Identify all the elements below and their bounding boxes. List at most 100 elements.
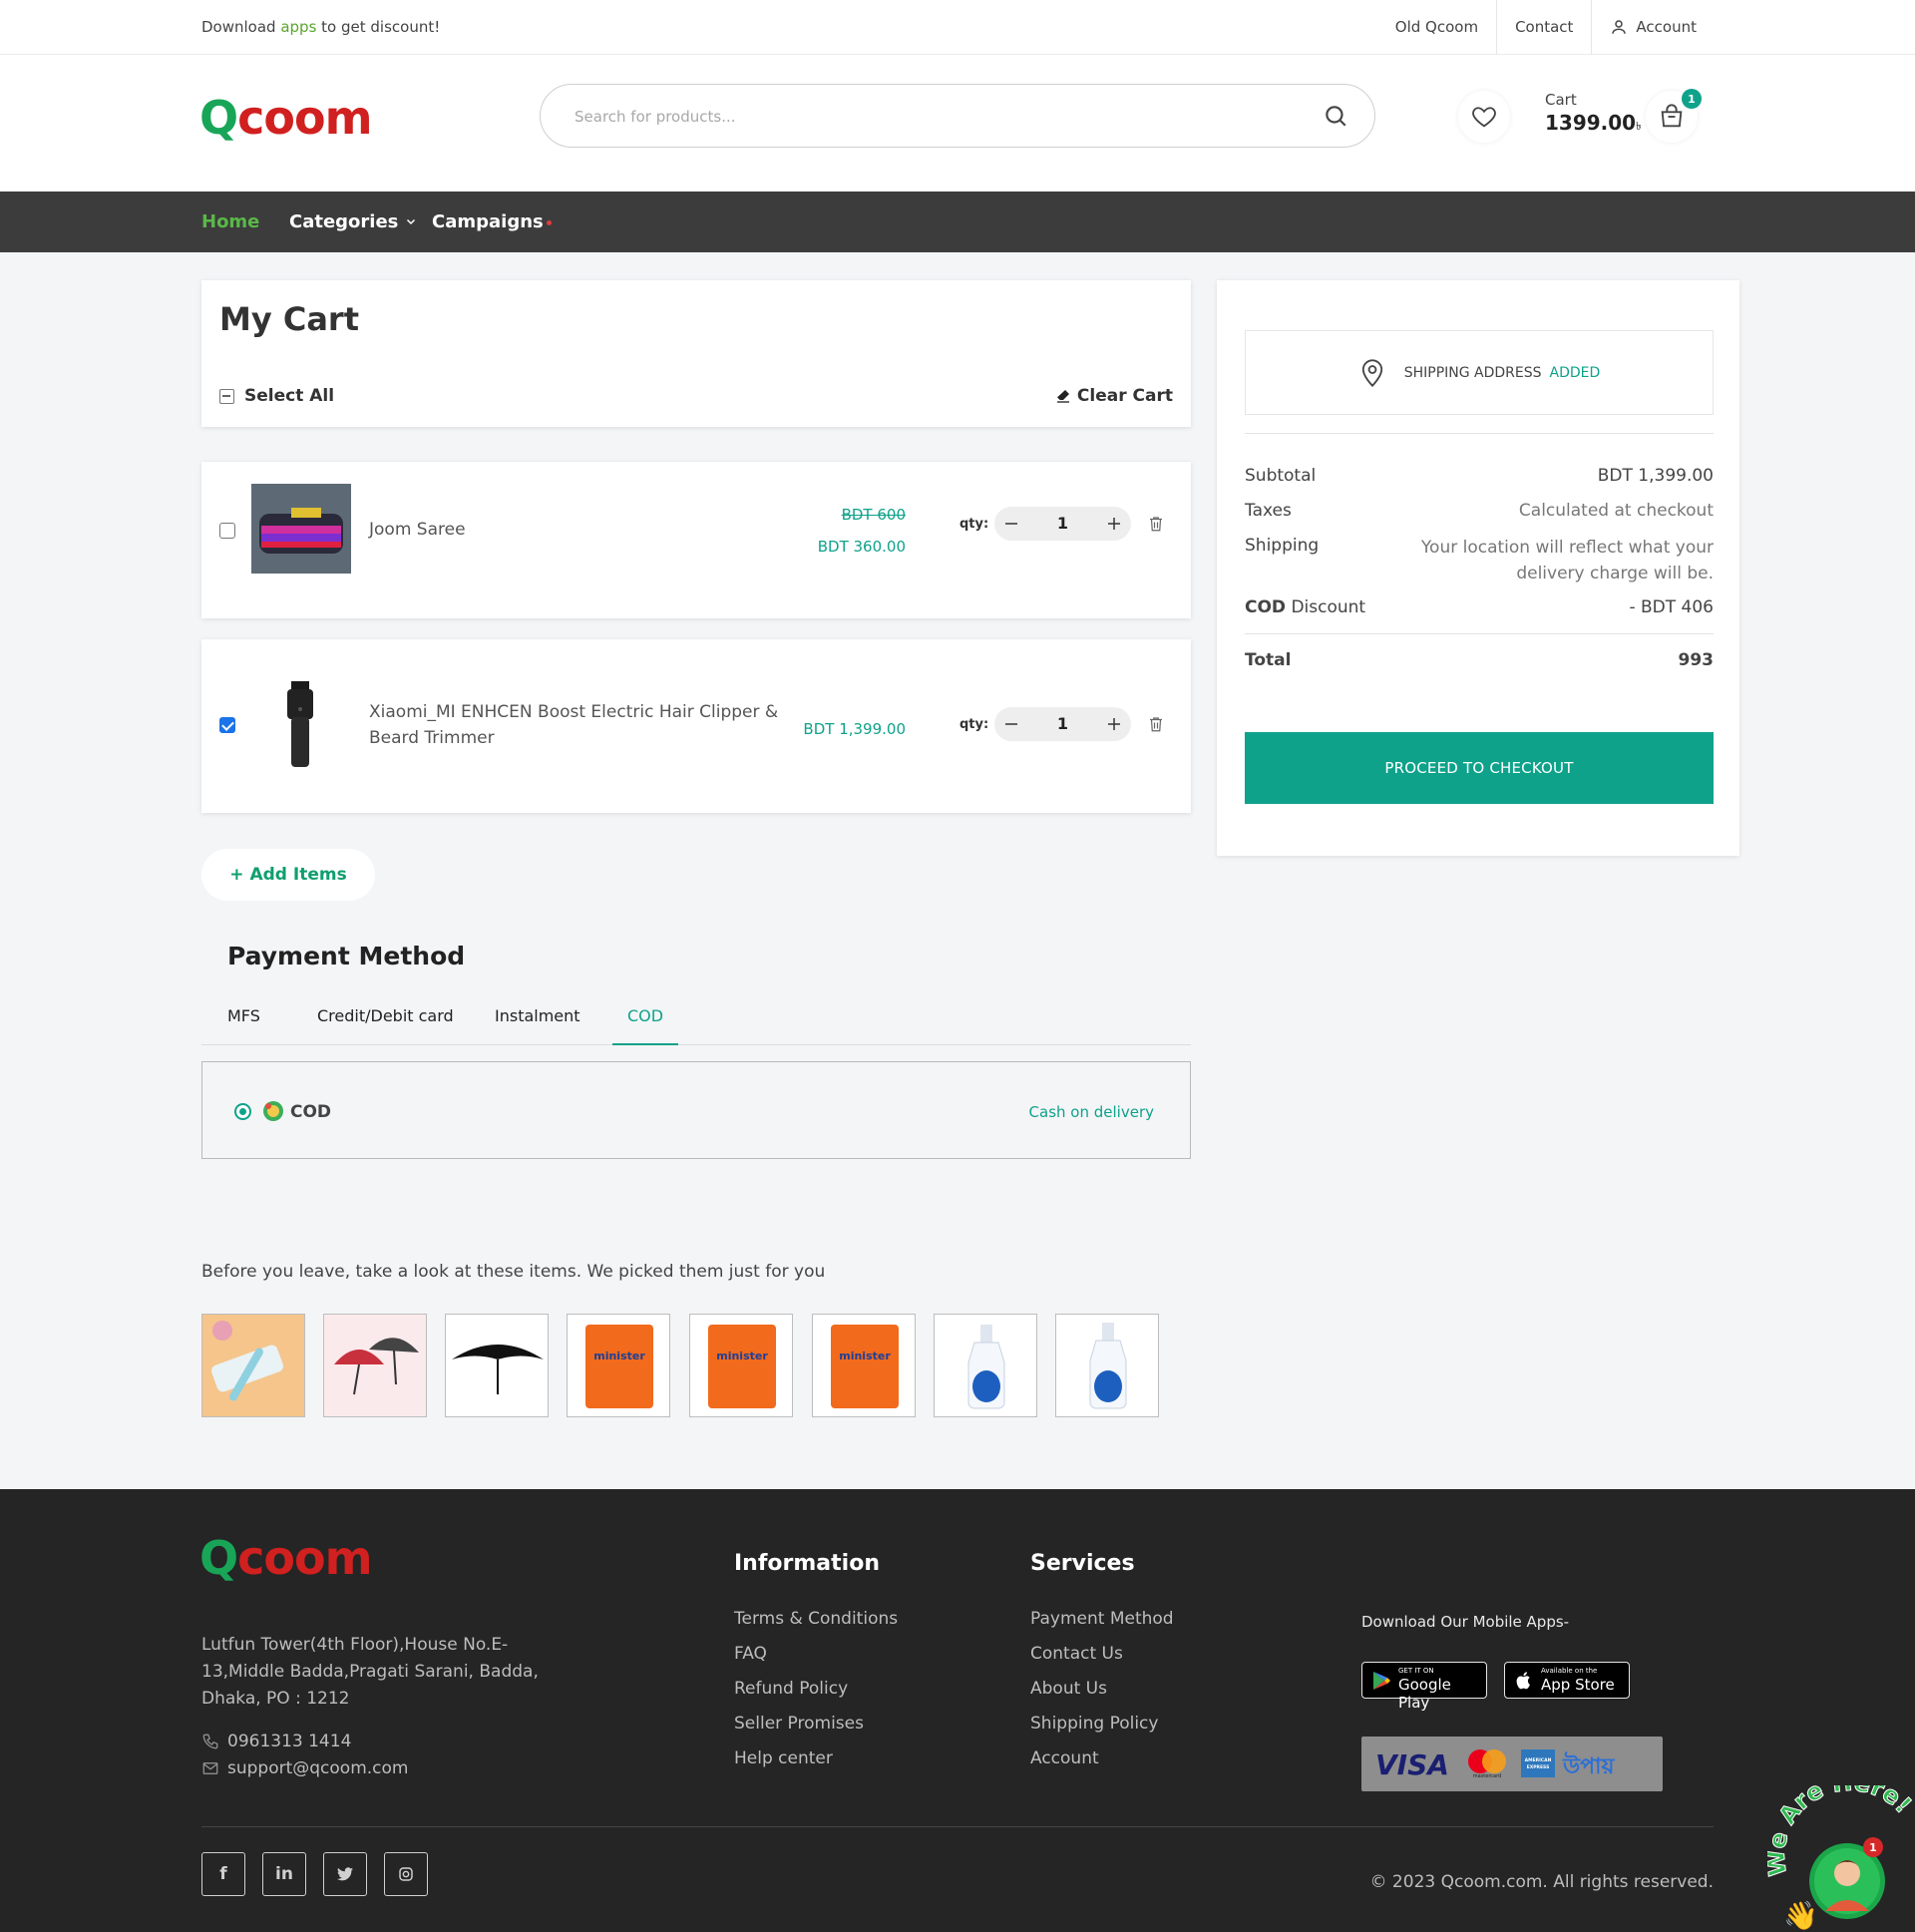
- add-items-button[interactable]: + Add Items: [201, 849, 375, 901]
- footer-link-terms[interactable]: Terms & Conditions: [734, 1609, 898, 1629]
- cart-button[interactable]: 1: [1646, 89, 1702, 143]
- quantity-value[interactable]: 1: [1028, 714, 1097, 733]
- footer: Qcoom Lutfun Tower(4th Floor),House No.E…: [0, 1489, 1915, 1932]
- information-title: Information: [734, 1551, 880, 1576]
- footer-link-contact-us[interactable]: Contact Us: [1030, 1644, 1123, 1664]
- visa-logo: VISA: [1375, 1748, 1449, 1781]
- search-bar: [540, 84, 1375, 148]
- select-all-checkbox[interactable]: Select All: [219, 386, 334, 406]
- trash-icon[interactable]: [1147, 714, 1165, 734]
- proceed-to-checkout-button[interactable]: PROCEED TO CHECKOUT: [1245, 732, 1714, 804]
- recommended-product[interactable]: minister: [812, 1314, 916, 1417]
- product-image[interactable]: [251, 484, 351, 574]
- footer-divider: [201, 1826, 1714, 1827]
- svg-text:AMERICAN: AMERICAN: [1525, 1757, 1552, 1763]
- product-name[interactable]: Xiaomi_MI ENHCEN Boost Electric Hair Cli…: [369, 699, 778, 751]
- clear-cart-button[interactable]: Clear Cart: [1055, 386, 1173, 406]
- payment-tabs: MFS Credit/Debit card Instalment COD: [201, 1002, 1191, 1045]
- footer-link-payment-method[interactable]: Payment Method: [1030, 1609, 1174, 1629]
- checkbox-indeterminate-icon: [219, 388, 234, 404]
- footer-link-seller-promises[interactable]: Seller Promises: [734, 1714, 864, 1734]
- footer-link-shipping-policy[interactable]: Shipping Policy: [1030, 1714, 1158, 1734]
- logo[interactable]: Qcoom: [199, 91, 373, 145]
- total-value: 993: [1678, 650, 1715, 670]
- tab-cod[interactable]: COD: [612, 1006, 678, 1045]
- old-qcoom-link[interactable]: Old Qcoom: [1377, 0, 1496, 54]
- footer-link-faq[interactable]: FAQ: [734, 1644, 767, 1664]
- shipping-address-status: ADDED: [1549, 364, 1601, 381]
- heart-icon: [1472, 107, 1496, 128]
- recommended-product[interactable]: [934, 1314, 1037, 1417]
- item-checkbox[interactable]: [219, 523, 235, 539]
- nav-home[interactable]: Home: [201, 211, 259, 232]
- twitter-icon[interactable]: [323, 1852, 367, 1896]
- recommended-product[interactable]: [445, 1314, 549, 1417]
- company-address: Lutfun Tower(4th Floor),House No.E-13,Mi…: [201, 1635, 539, 1709]
- plus-icon: [1108, 518, 1120, 530]
- nav-campaigns[interactable]: Campaigns: [432, 211, 552, 232]
- recommended-product[interactable]: [201, 1314, 305, 1417]
- original-price: BDT 600: [841, 506, 906, 524]
- recommended-product[interactable]: [1055, 1314, 1159, 1417]
- chat-widget[interactable]: We Are Here! 👋 1: [1761, 1767, 1915, 1932]
- eraser-icon: [1056, 390, 1069, 403]
- cash-icon: [263, 1101, 283, 1121]
- upay-logo: উপায়: [1563, 1754, 1615, 1779]
- promo-text: Download apps to get discount!: [201, 18, 441, 36]
- minus-icon: [1005, 523, 1017, 525]
- product-image[interactable]: [251, 679, 351, 769]
- search-icon[interactable]: [1323, 103, 1348, 129]
- mail-icon: [202, 1762, 218, 1774]
- cod-option[interactable]: COD Cash on delivery: [201, 1061, 1191, 1159]
- app-store-button[interactable]: Available on the App Store: [1504, 1662, 1630, 1699]
- decrease-qty-button[interactable]: [994, 507, 1028, 541]
- divider: [1245, 633, 1714, 634]
- tab-credit-debit-card[interactable]: Credit/Debit card: [317, 1006, 454, 1045]
- footer-link-about-us[interactable]: About Us: [1030, 1679, 1107, 1699]
- footer-link-refund-policy[interactable]: Refund Policy: [734, 1679, 848, 1699]
- instagram-icon[interactable]: [384, 1852, 428, 1896]
- cart-summary[interactable]: Cart 1399.00৳: [1545, 91, 1642, 137]
- tab-instalment[interactable]: Instalment: [495, 1006, 580, 1045]
- total-label: Total: [1245, 650, 1292, 670]
- apple-icon: [1516, 1672, 1530, 1690]
- wishlist-button[interactable]: [1458, 91, 1510, 143]
- search-input[interactable]: [574, 103, 1273, 131]
- item-checkbox[interactable]: [219, 717, 235, 733]
- contact-link[interactable]: Contact: [1496, 0, 1591, 54]
- increase-qty-button[interactable]: [1097, 507, 1131, 541]
- cart-header-card: My Cart Select All Clear Cart: [201, 280, 1191, 427]
- decrease-qty-button[interactable]: [994, 707, 1028, 741]
- google-play-button[interactable]: GET IT ON Google Play: [1361, 1662, 1487, 1712]
- google-play-icon: [1373, 1672, 1390, 1690]
- shopping-bag-icon: [1661, 104, 1683, 128]
- shipping-address-box[interactable]: SHIPPING ADDRESS ADDED: [1245, 330, 1714, 415]
- trash-icon[interactable]: [1147, 514, 1165, 534]
- facebook-icon[interactable]: f: [201, 1852, 245, 1896]
- recommended-product[interactable]: minister: [567, 1314, 670, 1417]
- tab-mfs[interactable]: MFS: [227, 1006, 260, 1045]
- recommended-product[interactable]: minister: [689, 1314, 793, 1417]
- quantity-value[interactable]: 1: [1028, 514, 1097, 533]
- svg-text:1: 1: [1869, 1841, 1877, 1854]
- footer-logo[interactable]: Qcoom: [199, 1531, 373, 1585]
- footer-link-help-center[interactable]: Help center: [734, 1748, 833, 1768]
- email-contact[interactable]: support@qcoom.com: [201, 1758, 408, 1778]
- increase-qty-button[interactable]: [1097, 707, 1131, 741]
- footer-link-account[interactable]: Account: [1030, 1748, 1099, 1768]
- header: Qcoom Cart 1399.00৳ 1: [0, 55, 1915, 192]
- divider: [1245, 433, 1714, 434]
- cart-count-badge: 1: [1682, 89, 1702, 109]
- account-link[interactable]: Account: [1591, 0, 1715, 54]
- cod-radio[interactable]: [234, 1103, 251, 1120]
- nav-categories[interactable]: Categories: [289, 211, 417, 232]
- phone-contact[interactable]: 0961313 1414: [201, 1732, 351, 1751]
- recommended-product[interactable]: [323, 1314, 427, 1417]
- product-name[interactable]: Joom Saree: [369, 517, 466, 543]
- linkedin-icon[interactable]: in: [262, 1852, 306, 1896]
- svg-text:EXPRESS: EXPRESS: [1527, 1764, 1550, 1770]
- top-bar: Download apps to get discount! Old Qcoom…: [0, 0, 1915, 55]
- apps-link[interactable]: apps: [280, 18, 316, 36]
- user-icon: [1612, 20, 1627, 34]
- location-pin-icon: [1361, 358, 1382, 387]
